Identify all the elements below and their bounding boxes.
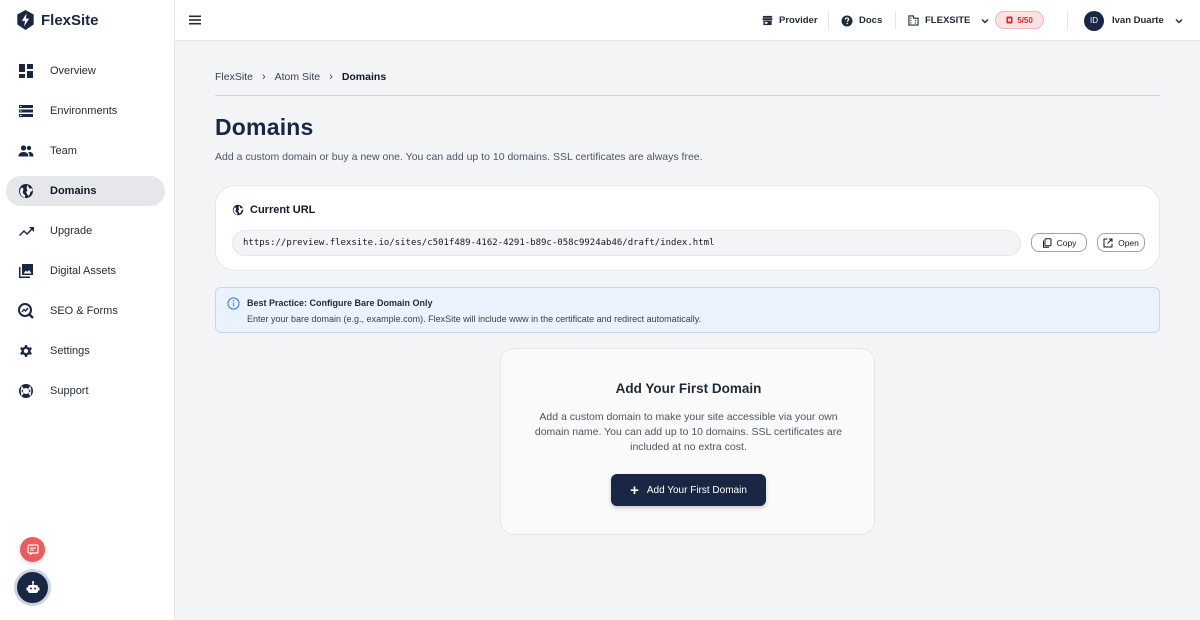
- sidebar-item-label: Overview: [50, 65, 96, 77]
- lifebuoy-icon: [18, 383, 34, 399]
- sidebar-item-label: Digital Assets: [50, 265, 117, 277]
- globe-icon: [18, 183, 34, 199]
- credits-badge[interactable]: 5/50: [995, 11, 1044, 29]
- sidebar-nav: Overview Environments Team Domains Upgra…: [6, 56, 165, 416]
- store-icon: [762, 15, 773, 26]
- copy-label: Copy: [1056, 237, 1077, 248]
- sidebar-item-label: Settings: [50, 345, 90, 357]
- gear-icon: [18, 343, 34, 359]
- page-title: Domains: [215, 114, 314, 140]
- globe-icon: [232, 204, 244, 216]
- copy-icon: [1042, 237, 1052, 248]
- header-divider: [215, 95, 1160, 96]
- copy-url-button[interactable]: Copy: [1031, 233, 1087, 252]
- sidebar-item-label: Domains: [50, 185, 97, 197]
- sidebar-item-overview[interactable]: Overview: [6, 56, 165, 86]
- avatar: ID: [1084, 10, 1104, 31]
- divider: [1067, 11, 1068, 30]
- sidebar-item-label: Support: [50, 385, 89, 397]
- empty-state-text: Add a custom domain to make your site ac…: [534, 411, 843, 453]
- image-library-icon: [18, 263, 34, 279]
- app-logo[interactable]: FlexSite: [16, 10, 99, 30]
- sidebar: FlexSite Overview Environments Team Doma…: [0, 0, 175, 620]
- sidebar-item-label: SEO & Forms: [50, 305, 118, 317]
- docs-button[interactable]: Docs: [841, 0, 882, 41]
- docs-label: Docs: [859, 15, 883, 26]
- chevron-right-icon: ›: [329, 71, 333, 83]
- empty-state-card: Add Your First Domain Add a custom domai…: [500, 348, 875, 535]
- robot-icon: [26, 580, 39, 593]
- sidebar-item-settings[interactable]: Settings: [6, 336, 165, 366]
- current-url-title: Current URL: [250, 204, 316, 216]
- open-label: Open: [1118, 237, 1139, 248]
- sidebar-item-upgrade[interactable]: Upgrade: [6, 216, 165, 246]
- sidebar-item-support[interactable]: Support: [6, 376, 165, 406]
- empty-state-title: Add Your First Domain: [615, 381, 762, 396]
- sidebar-item-domains[interactable]: Domains: [6, 176, 165, 206]
- alert-text: Enter your bare domain (e.g., example.co…: [247, 314, 702, 324]
- help-circle-icon: [841, 15, 853, 26]
- breadcrumb: FlexSite › Atom Site › Domains: [215, 71, 386, 83]
- chat-bubble-icon: [26, 543, 39, 555]
- sidebar-item-digital-assets[interactable]: Digital Assets: [6, 256, 165, 286]
- app-name: FlexSite: [41, 11, 99, 29]
- list-icon: [18, 103, 34, 119]
- chevron-right-icon: ›: [261, 71, 266, 83]
- flexsite-logo-icon: [17, 10, 34, 30]
- add-first-domain-button[interactable]: + Add Your First Domain: [611, 474, 766, 506]
- workspace-label: FLEXSITE: [925, 15, 971, 26]
- workspace-switcher[interactable]: FLEXSITE: [908, 0, 990, 41]
- sidebar-item-label: Upgrade: [50, 225, 93, 237]
- sidebar-item-label: Environments: [50, 105, 118, 117]
- alert-title: Best Practice: Configure Bare Domain Onl…: [247, 298, 433, 308]
- sidebar-item-seo-forms[interactable]: SEO & Forms: [6, 296, 165, 326]
- trending-up-icon: [18, 223, 34, 239]
- current-url-heading: Current URL: [232, 204, 315, 216]
- add-first-domain-label: Add Your First Domain: [646, 484, 747, 496]
- breadcrumb-item-site[interactable]: Atom Site: [275, 71, 321, 83]
- sidebar-item-environments[interactable]: Environments: [6, 96, 165, 126]
- building-icon: [908, 15, 919, 26]
- current-url-card: Current URL https://preview.flexsite.io/…: [215, 185, 1160, 271]
- divider: [895, 11, 896, 30]
- assistant-bot-button[interactable]: [14, 569, 51, 606]
- sidebar-item-label: Team: [50, 145, 77, 157]
- top-bar: Provider Docs FLEXSITE 5/50 ID Ivan Duar…: [175, 0, 1200, 41]
- page-subtitle: Add a custom domain or buy a new one. Yo…: [215, 151, 703, 163]
- current-url-field[interactable]: https://preview.flexsite.io/sites/c501f4…: [232, 230, 1021, 256]
- feedback-chat-button[interactable]: [20, 537, 45, 562]
- credits-label: 5/50: [1017, 15, 1033, 25]
- chevron-down-icon: [981, 18, 989, 23]
- breadcrumb-item-current: Domains: [341, 71, 387, 83]
- open-url-button[interactable]: Open: [1097, 233, 1145, 252]
- divider: [828, 11, 829, 30]
- sidebar-item-team[interactable]: Team: [6, 136, 165, 166]
- dashboard-icon: [18, 63, 34, 79]
- provider-button[interactable]: Provider: [762, 0, 818, 41]
- provider-label: Provider: [779, 15, 818, 26]
- external-link-icon: [1103, 238, 1113, 247]
- plus-icon: +: [630, 481, 639, 499]
- hamburger-menu-icon[interactable]: [188, 13, 202, 27]
- best-practice-alert: Best Practice: Configure Bare Domain Onl…: [215, 287, 1160, 333]
- user-name: Ivan Duarte: [1112, 15, 1164, 26]
- info-icon: [227, 297, 240, 310]
- credits-icon: [1006, 16, 1013, 24]
- user-menu[interactable]: ID Ivan Duarte: [1084, 0, 1184, 41]
- breadcrumb-item-flexsite[interactable]: FlexSite: [215, 71, 253, 83]
- seo-search-icon: [18, 303, 34, 319]
- chevron-down-icon: [1175, 18, 1183, 23]
- people-icon: [18, 143, 34, 159]
